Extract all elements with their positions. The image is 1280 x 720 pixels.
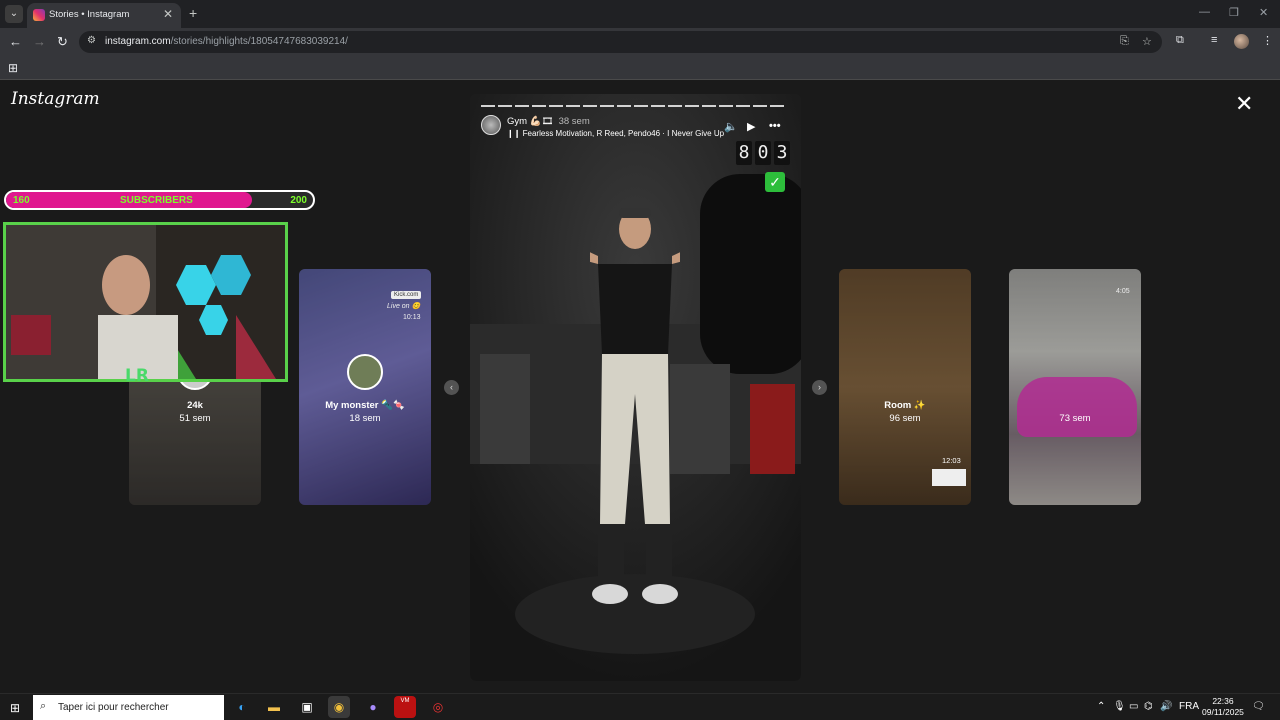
check-mark-icon: ✓ (765, 172, 785, 192)
thumbnail-time-label: 4:05 (1116, 288, 1130, 295)
profile-avatar[interactable] (1234, 34, 1249, 49)
tab-strip: ⌄ Stories • Instagram ✕ + — ❐ ✕ (0, 0, 1280, 28)
music-bars-icon: ❙❙ (507, 129, 523, 138)
tab-search-button[interactable]: ⌄ (5, 5, 23, 23)
tray-expand-icon[interactable]: ⌃ (1097, 701, 1105, 712)
instagram-favicon-icon (33, 9, 45, 21)
tab-stories[interactable]: Stories • Instagram ✕ (27, 3, 181, 28)
app-icon[interactable]: ● (362, 696, 384, 718)
counter-digit: 3 (774, 141, 790, 165)
clock-date: 09/11/2025 (1202, 707, 1244, 717)
store-icon[interactable]: ▣ (296, 696, 318, 718)
more-options-icon[interactable]: ••• (769, 120, 781, 132)
story-header: Gym 💪🏻🎞 38 sem (507, 116, 590, 127)
chrome-icon[interactable]: ◉ (328, 696, 350, 718)
thumbnail-title: My monster 🔦🍬 (325, 400, 405, 411)
forward-icon[interactable]: → (33, 34, 46, 49)
story-username[interactable]: Gym 💪🏻🎞 (507, 116, 554, 127)
mute-icon[interactable]: 🔈 (724, 120, 738, 133)
site-info-icon[interactable]: ⚙ (87, 35, 96, 46)
address-bar[interactable]: ⚙ instagram.com/stories/highlights/18054… (79, 31, 1162, 53)
subscriber-goal: 200 (290, 195, 307, 206)
tab-title: Stories • Instagram (49, 9, 130, 20)
taskbar-clock[interactable]: 22:36 09/11/2025 (1202, 696, 1244, 718)
webcam-logo: LR (125, 366, 149, 386)
story-thumbnail[interactable]: Room ✨ 96 sem 12:03 (839, 269, 971, 505)
url-text: instagram.com/stories/highlights/1805474… (105, 36, 348, 47)
tab-close-icon[interactable]: ✕ (163, 7, 173, 21)
next-story-arrow-icon[interactable]: › (812, 380, 827, 395)
voicemod-icon[interactable]: VM (394, 696, 416, 718)
taskbar-search-placeholder: Taper ici pour rechercher (58, 702, 169, 713)
network-icon[interactable]: ⌬ (1144, 701, 1153, 712)
thumbnail-sticker (932, 469, 966, 486)
webcam-image (6, 225, 285, 379)
thumbnail-kick-label: Kick.com (391, 291, 422, 299)
restore-icon[interactable]: ❐ (1229, 6, 1239, 19)
athlete-figure (590, 208, 680, 604)
subscriber-current: 160 (13, 195, 30, 206)
thumbnail-title: 24k (187, 400, 203, 411)
play-icon[interactable]: ▶ (747, 120, 755, 133)
microphone-icon[interactable]: 🎙 (1113, 701, 1126, 712)
counter-digit: 8 (736, 141, 752, 165)
story-music-text: Fearless Motivation, R Reed, Pendo46 · I… (522, 129, 725, 138)
media-control-icon[interactable]: ≡ (1211, 34, 1217, 46)
thumbnail-meta: 51 sem (179, 413, 211, 424)
instagram-viewport: Instagram ✕ 24k 51 sem Kick.com Live on … (0, 81, 1280, 693)
thumbnail-meta: 96 sem (889, 413, 921, 424)
file-explorer-icon[interactable]: ▬ (263, 696, 285, 718)
bookmark-star-icon[interactable]: ☆ (1142, 35, 1152, 48)
close-window-icon[interactable]: ✕ (1259, 6, 1268, 19)
close-stories-icon[interactable]: ✕ (1235, 91, 1253, 117)
language-indicator[interactable]: FRA (1179, 701, 1199, 712)
reload-icon[interactable]: ↻ (57, 34, 68, 50)
subscriber-label: SUBSCRIBERS (120, 195, 193, 206)
menu-icon[interactable]: ⋮ (1262, 34, 1273, 47)
windows-taskbar: ⊞ ⌕ Taper ici pour rechercher ◐ ▬ ▣ ◉ ● … (0, 693, 1280, 720)
story-thumbnail[interactable]: Kick.com Live on 😊 10:13 My monster 🔦🍬 1… (299, 269, 431, 505)
story-progress-bar (481, 105, 784, 107)
bookmarks-bar: ⊞ (0, 56, 1280, 80)
search-icon: ⌕ (40, 700, 47, 712)
clock-time: 22:36 (1212, 696, 1234, 706)
thumbnail-live-label: Live on 😊 (387, 303, 421, 310)
flip-counter: 8 0 3 (736, 141, 790, 165)
thumbnail-meta: 18 sem (349, 413, 381, 424)
minimize-icon[interactable]: — (1199, 6, 1210, 18)
volume-icon[interactable]: 🔊 (1160, 701, 1172, 712)
main-story[interactable]: Gym 💪🏻🎞 38 sem ❙❙ Fearless Motivation, R … (470, 94, 801, 681)
story-music[interactable]: ❙❙ Fearless Motivation, R Reed, Pendo46 … (507, 129, 724, 138)
thumbnail-time-label: 12:03 (942, 456, 961, 465)
subscriber-goal-bar: 160 SUBSCRIBERS 200 (4, 190, 315, 210)
display-icon[interactable]: ▭ (1129, 701, 1138, 712)
obs-icon[interactable]: ◎ (427, 696, 449, 718)
notification-icon[interactable]: 🗨 (1252, 701, 1265, 712)
thumbnail-meta: 73 sem (1059, 413, 1091, 424)
counter-digit: 0 (755, 141, 771, 165)
thumbnail-time-label: 10:13 (403, 314, 421, 321)
windows-start-icon[interactable]: ⊞ (10, 701, 20, 715)
story-avatar[interactable] (481, 115, 501, 135)
story-thumbnail[interactable]: 4:05 73 sem (1009, 269, 1141, 505)
browser-toolbar: ← → ↻ ⚙ instagram.com/stories/highlights… (0, 28, 1280, 56)
apps-grid-icon[interactable]: ⊞ (8, 61, 18, 75)
edge-icon[interactable]: ◐ (231, 696, 253, 718)
new-tab-button[interactable]: + (189, 5, 197, 21)
back-icon[interactable]: ← (9, 34, 22, 49)
webcam-overlay (3, 222, 288, 382)
extensions-icon[interactable]: ⧉ (1176, 34, 1184, 47)
instagram-logo[interactable]: Instagram (11, 89, 100, 109)
install-app-icon[interactable]: ⎘ (1120, 35, 1129, 48)
thumbnail-car-shape (1017, 377, 1137, 437)
previous-story-arrow-icon[interactable]: ‹ (444, 380, 459, 395)
taskbar-search[interactable]: ⌕ Taper ici pour rechercher (33, 695, 224, 720)
thumbnail-avatar (347, 354, 383, 390)
thumbnail-title: Room ✨ (884, 400, 926, 411)
story-time: 38 sem (558, 116, 590, 127)
